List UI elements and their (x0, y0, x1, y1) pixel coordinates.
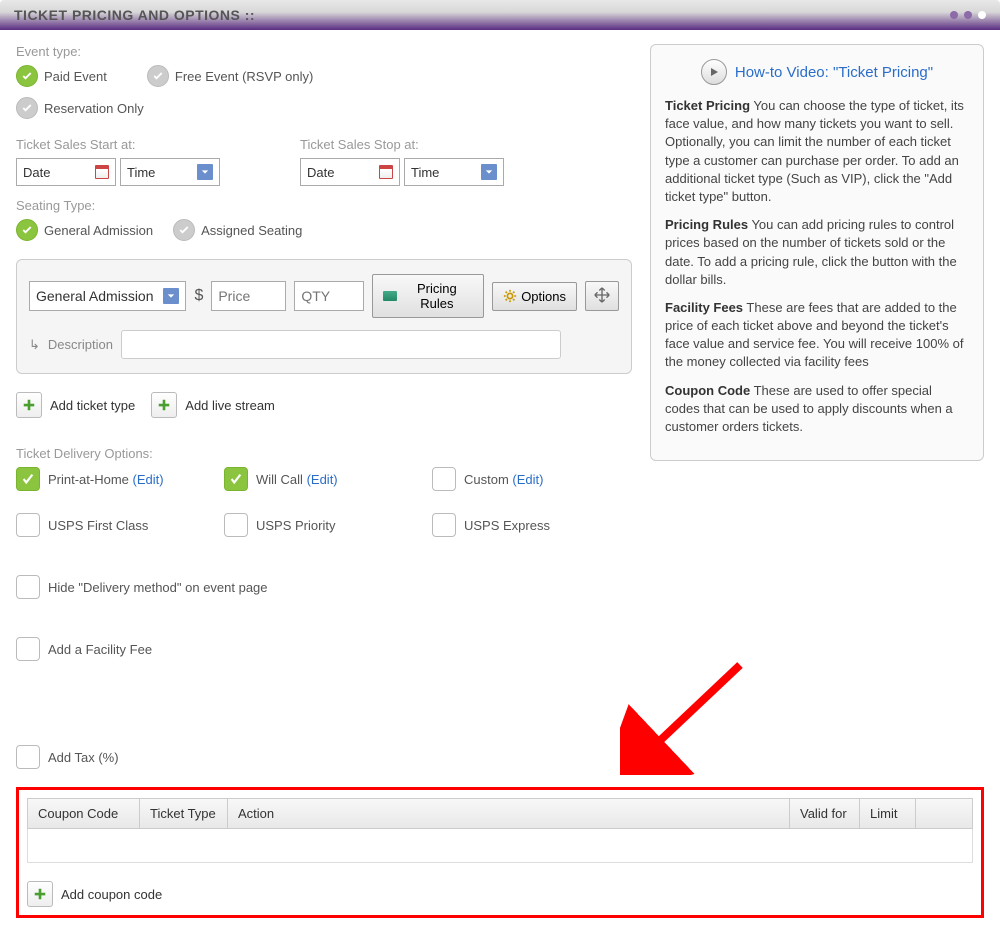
checkbox-hide-delivery[interactable] (16, 575, 40, 599)
radio-general-admission[interactable] (16, 219, 38, 241)
coupon-table-body (27, 829, 973, 863)
step-dot[interactable] (950, 11, 958, 19)
help-pricing-rules: Pricing Rules You can add pricing rules … (665, 216, 969, 289)
step-dot[interactable] (964, 11, 972, 19)
edit-print-home-link[interactable]: (Edit) (133, 472, 164, 487)
ticket-config-panel: General Admission $ Pricing Rules Option… (16, 259, 632, 374)
radio-reservation[interactable] (16, 97, 38, 119)
calendar-icon (379, 165, 393, 179)
price-input[interactable] (211, 281, 286, 311)
sales-stop-time-input[interactable]: Time (404, 158, 504, 186)
ticket-type-select[interactable]: General Admission (29, 281, 186, 311)
add-coupon-code-button[interactable]: Add coupon code (27, 881, 162, 907)
radio-reservation-label: Reservation Only (44, 101, 144, 116)
sales-start-date-input[interactable]: Date (16, 158, 116, 186)
edit-custom-link[interactable]: (Edit) (512, 472, 543, 487)
currency-symbol: $ (194, 287, 203, 305)
calendar-icon (95, 165, 109, 179)
checkbox-add-tax[interactable] (16, 745, 40, 769)
play-icon[interactable] (701, 59, 727, 85)
move-button[interactable] (585, 281, 619, 311)
header-bar: TICKET PRICING AND OPTIONS :: (0, 0, 1000, 30)
radio-assigned-label: Assigned Seating (201, 223, 302, 238)
radio-free-event[interactable] (147, 65, 169, 87)
step-dots (950, 11, 986, 19)
help-panel: How-to Video: "Ticket Pricing" Ticket Pr… (650, 44, 984, 461)
checkbox-facility-fee[interactable] (16, 637, 40, 661)
event-type-label: Event type: (16, 44, 632, 59)
print-home-label: Print-at-Home (Edit) (48, 472, 164, 487)
plus-icon (151, 392, 177, 418)
pricing-rules-label: Pricing Rules (401, 281, 474, 311)
custom-label: Custom (Edit) (464, 472, 543, 487)
coupon-table-header: Coupon Code Ticket Type Action Valid for… (27, 798, 973, 829)
plus-icon (27, 881, 53, 907)
options-button[interactable]: Options (492, 282, 577, 311)
checkbox-usps-priority[interactable] (224, 513, 248, 537)
time-placeholder: Time (411, 165, 439, 180)
sales-start-label: Ticket Sales Start at: (16, 137, 220, 152)
chevron-down-icon (197, 164, 213, 180)
ticket-type-value: General Admission (36, 288, 154, 304)
usps-priority-label: USPS Priority (256, 518, 335, 533)
th-coupon-code: Coupon Code (28, 799, 140, 828)
checkbox-usps-express[interactable] (432, 513, 456, 537)
th-actions (916, 799, 972, 828)
description-input[interactable] (121, 330, 561, 359)
th-ticket-type: Ticket Type (140, 799, 228, 828)
add-coupon-label: Add coupon code (61, 887, 162, 902)
gear-icon (503, 289, 517, 303)
move-icon (593, 286, 611, 307)
facility-fee-label: Add a Facility Fee (48, 642, 152, 657)
will-call-label: Will Call (Edit) (256, 472, 338, 487)
sales-stop-date-input[interactable]: Date (300, 158, 400, 186)
checkbox-will-call[interactable] (224, 467, 248, 491)
sales-stop-label: Ticket Sales Stop at: (300, 137, 504, 152)
delivery-options-label: Ticket Delivery Options: (16, 446, 632, 461)
date-placeholder: Date (23, 165, 50, 180)
qty-input[interactable] (294, 281, 364, 311)
add-ticket-type-button[interactable]: Add ticket type (16, 392, 135, 418)
th-action: Action (228, 799, 790, 828)
seating-type-label: Seating Type: (16, 198, 632, 213)
help-coupon-code: Coupon Code These are used to offer spec… (665, 382, 969, 437)
usps-express-label: USPS Express (464, 518, 550, 533)
radio-free-label: Free Event (RSVP only) (175, 69, 313, 84)
help-facility-fees: Facility Fees These are fees that are ad… (665, 299, 969, 372)
usps-first-label: USPS First Class (48, 518, 148, 533)
page-title: TICKET PRICING AND OPTIONS :: (14, 7, 255, 23)
time-placeholder: Time (127, 165, 155, 180)
radio-paid-label: Paid Event (44, 69, 107, 84)
radio-general-label: General Admission (44, 223, 153, 238)
money-icon (383, 291, 396, 301)
step-dot-active[interactable] (978, 11, 986, 19)
add-stream-label: Add live stream (185, 398, 275, 413)
plus-icon (16, 392, 42, 418)
chevron-down-icon (481, 164, 497, 180)
edit-will-call-link[interactable]: (Edit) (307, 472, 338, 487)
checkbox-custom[interactable] (432, 467, 456, 491)
description-label: Description (48, 337, 113, 352)
checkbox-usps-first[interactable] (16, 513, 40, 537)
help-ticket-pricing: Ticket Pricing You can choose the type o… (665, 97, 969, 206)
chevron-down-icon (163, 288, 179, 304)
th-valid-for: Valid for (790, 799, 860, 828)
radio-paid-event[interactable] (16, 65, 38, 87)
coupon-section-highlight: Coupon Code Ticket Type Action Valid for… (16, 787, 984, 918)
sales-start-time-input[interactable]: Time (120, 158, 220, 186)
add-ticket-label: Add ticket type (50, 398, 135, 413)
add-live-stream-button[interactable]: Add live stream (151, 392, 275, 418)
radio-assigned-seating[interactable] (173, 219, 195, 241)
pricing-rules-button[interactable]: Pricing Rules (372, 274, 484, 318)
date-placeholder: Date (307, 165, 334, 180)
annotation-arrow-icon (620, 655, 750, 775)
enter-arrow-icon: ↳ (29, 337, 40, 353)
th-limit: Limit (860, 799, 916, 828)
add-tax-label: Add Tax (%) (48, 750, 119, 765)
how-to-video-link[interactable]: How-to Video: "Ticket Pricing" (735, 64, 933, 81)
hide-delivery-label: Hide "Delivery method" on event page (48, 580, 268, 595)
options-label: Options (521, 289, 566, 304)
checkbox-print-at-home[interactable] (16, 467, 40, 491)
